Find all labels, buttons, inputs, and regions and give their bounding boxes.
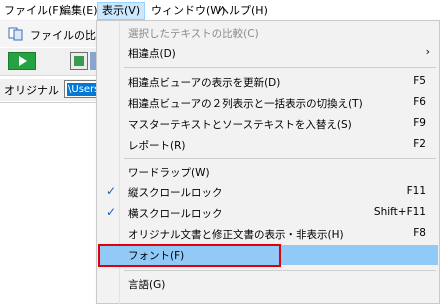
menu-item-language[interactable]: 言語(G)	[98, 274, 438, 294]
menu-item-word-wrap[interactable]: ワードラップ(W)	[98, 162, 438, 182]
menu-help[interactable]: ヘルプ(H)	[214, 2, 272, 20]
menu-item-label: 選択したテキストの比較(C)	[128, 28, 259, 40]
menu-separator	[124, 270, 436, 271]
menu-edit[interactable]: 編集(E)	[56, 2, 102, 20]
menu-item-label: レポート(R)	[128, 140, 186, 152]
compare-files-icon	[8, 27, 23, 41]
menu-item-toggle-layout[interactable]: 相違点ビューアの２列表示と一括表示の切換え(T) F6	[98, 93, 438, 113]
toolbar-icon-button[interactable]	[70, 52, 88, 70]
original-label: オリジナル	[4, 84, 59, 97]
menu-bar: ファイル(F) 編集(E) 表示(V) ウィンドウ(W) ヘルプ(H)	[0, 0, 440, 21]
callout-highlight-box	[98, 244, 281, 267]
menu-item-shortcut: F8	[413, 227, 426, 239]
menu-separator	[124, 67, 436, 68]
menu-item-label: 縦スクロールロック	[128, 187, 223, 199]
menu-item-horizontal-scroll-lock[interactable]: ✓ 横スクロールロック Shift+F11	[98, 203, 438, 223]
menu-item-vertical-scroll-lock[interactable]: ✓ 縦スクロールロック F11	[98, 182, 438, 202]
menu-item-refresh-viewer[interactable]: 相違点ビューアの表示を更新(D) F5	[98, 72, 438, 92]
menu-item-label: 相違点(D)	[128, 48, 176, 60]
menu-item-shortcut: F2	[413, 138, 426, 150]
menu-item-shortcut: Shift+F11	[373, 206, 426, 218]
menu-item-label: 相違点ビューアの２列表示と一括表示の切換え(T)	[128, 98, 363, 110]
checkmark-icon: ✓	[106, 184, 117, 198]
menu-view[interactable]: 表示(V)	[97, 2, 146, 20]
original-text-pane[interactable]	[0, 102, 100, 304]
original-path-value: \Users	[67, 83, 100, 96]
menu-item-compare-selected: 選択したテキストの比較(C)	[98, 23, 438, 43]
menu-item-label: 横スクロールロック	[128, 208, 223, 220]
menu-item-swap-texts[interactable]: マスターテキストとソーステキストを入替え(S) F9	[98, 114, 438, 134]
menu-separator	[124, 158, 436, 159]
chevron-right-icon: ›	[425, 45, 430, 58]
original-path-field[interactable]: \Users	[64, 80, 100, 98]
menu-item-label: オリジナル文書と修正文書の表示・非表示(H)	[128, 229, 344, 241]
run-compare-button[interactable]	[8, 52, 36, 70]
menu-item-shortcut: F5	[413, 75, 426, 87]
menu-item-shortcut: F9	[413, 117, 426, 129]
menu-item-report[interactable]: レポート(R) F2	[98, 135, 438, 155]
menu-item-shortcut: F11	[406, 185, 426, 197]
menu-item-differences[interactable]: 相違点(D) ›	[98, 43, 438, 63]
menu-item-label: 相違点ビューアの表示を更新(D)	[128, 77, 281, 89]
menu-item-toggle-documents[interactable]: オリジナル文書と修正文書の表示・非表示(H) F8	[98, 224, 438, 244]
menu-item-shortcut: F6	[413, 96, 426, 108]
checkmark-icon: ✓	[106, 205, 117, 219]
menu-item-label: 言語(G)	[128, 279, 166, 291]
menu-item-label: マスターテキストとソーステキストを入替え(S)	[128, 119, 352, 131]
menu-item-label: ワードラップ(W)	[128, 167, 210, 179]
